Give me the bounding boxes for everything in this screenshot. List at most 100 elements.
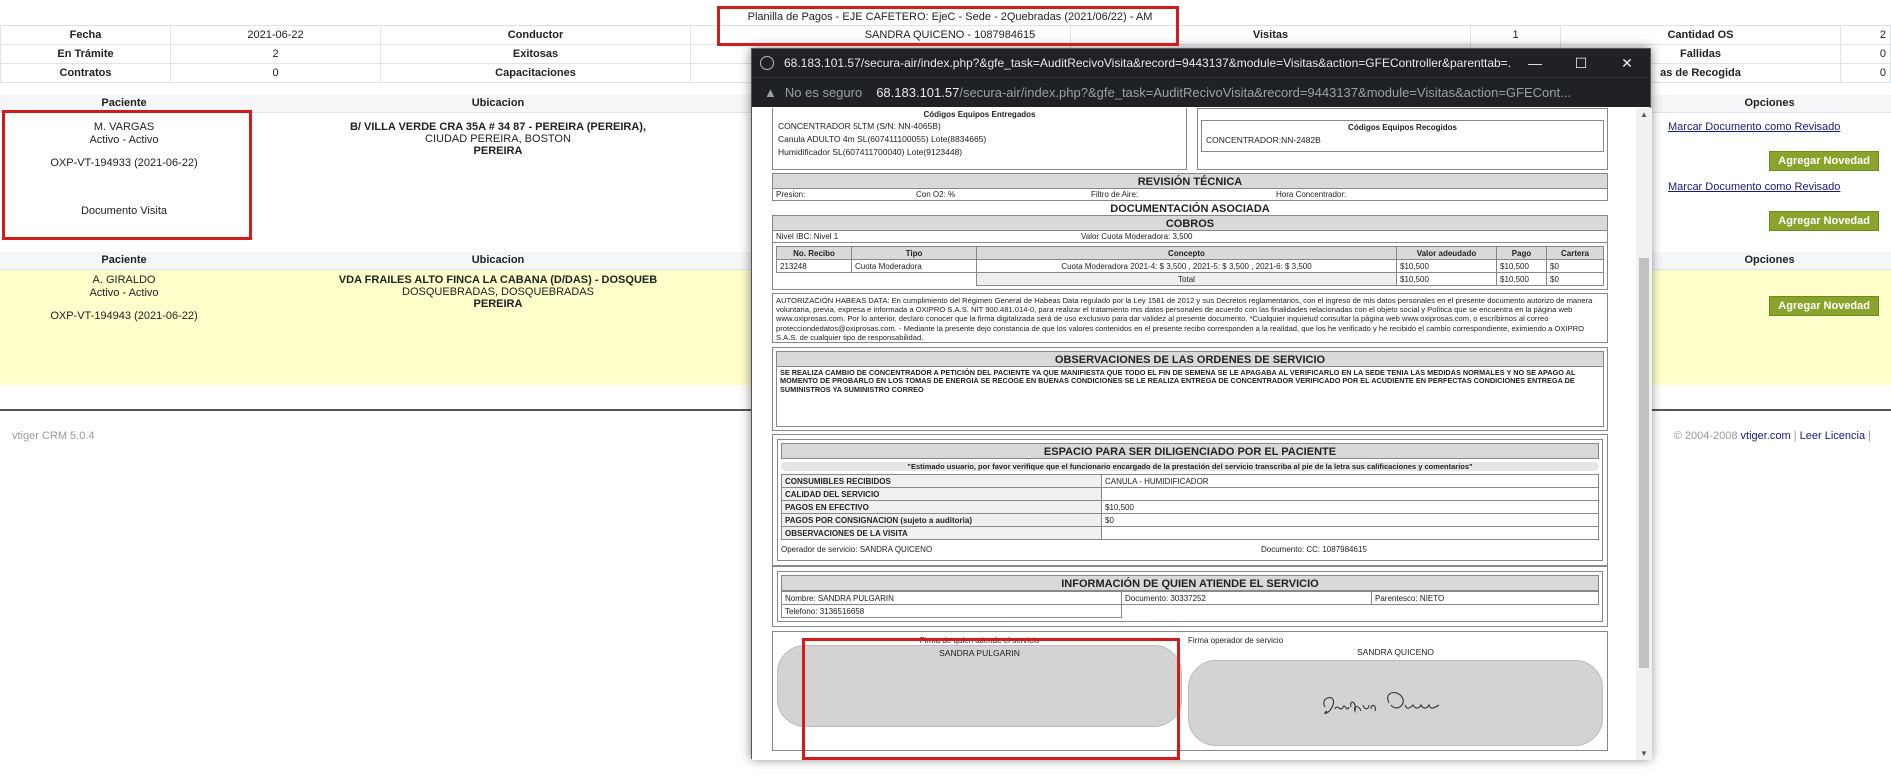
summary-value: 2 [1840, 25, 1891, 45]
popup-scrollbar[interactable]: ▲ ▼ [1636, 108, 1652, 760]
equip-delivered-title: Códigos Equipos Entregados [923, 110, 1036, 119]
operador-text: Operador de servicio: SANDRA QUICENO [781, 545, 933, 554]
espacio-key: CONSUMIBLES RECIBIDOS [781, 474, 1102, 488]
mark-reviewed-link[interactable]: Marcar Documento como Revisado [1668, 181, 1840, 193]
espacio-key: OBSERVACIONES DE LA VISITA [781, 526, 1102, 540]
add-novedad-button[interactable]: Agregar Novedad [1769, 210, 1879, 231]
espacio-note: "Estimado usuario, por favor verifique q… [781, 462, 1599, 471]
vtiger-link[interactable]: vtiger.com [1741, 430, 1791, 442]
options-cell: Marcar Documento como Revisado Agregar N… [1648, 112, 1891, 252]
options-cell: Agregar Novedad [1648, 269, 1891, 385]
cobros-table: No. Recibo Tipo Concepto Valor adeudado … [776, 246, 1604, 286]
firma-operator-name: SANDRA QUICENO [1357, 647, 1434, 657]
footer-version: vtiger CRM 5.0.4 [12, 430, 95, 442]
espacio-key: CALIDAD DEL SERVICIO [781, 487, 1102, 501]
espacio-value: $0 [1101, 513, 1599, 527]
signature-operator-box [1188, 660, 1603, 746]
observaciones-text: SE REALIZA CAMBIO DE CONCENTRADOR A PETI… [776, 367, 1604, 427]
espacio-paciente-section: ESPACIO PARA SER DILIGENCIADO POR EL PAC… [772, 434, 1608, 566]
info-nombre: Nombre: SANDRA PULGARIN [781, 591, 1122, 605]
info-inner: INFORMACIÓN DE QUIEN ATIENDE EL SERVICIO… [777, 571, 1603, 622]
table-row: CALIDAD DEL SERVICIO [781, 487, 1599, 501]
revision-tecnica-header: REVISIÓN TÉCNICA [772, 173, 1608, 189]
address-line: B/ VILLA VERDE CRA 35A # 34 87 - PEREIRA… [349, 120, 647, 133]
warning-icon[interactable]: ▲ [764, 85, 777, 100]
scroll-up-icon[interactable]: ▲ [1640, 110, 1648, 119]
cobros-col: Cartera [1546, 246, 1604, 260]
url-path[interactable]: /secura-air/index.php?&gfe_task=AuditRec… [959, 85, 1571, 100]
summary-label: Exitosas [380, 44, 691, 64]
espacio-key: PAGOS POR CONSIGNACION (sujeto a auditor… [781, 513, 1102, 527]
scroll-thumb[interactable] [1639, 258, 1649, 668]
handwritten-signature [1323, 692, 1440, 715]
url-host[interactable]: 68.183.101.57 [876, 85, 959, 100]
documento-text: Documento: CC: 1087984615 [1261, 545, 1367, 554]
address-line: VDA FRAILES ALTO FINCA LA CABANA (D/DAS)… [338, 273, 658, 286]
summary-value: 1 [1470, 25, 1561, 45]
signature-operator: Firma operador de servicio SANDRA QUICEN… [1188, 636, 1603, 746]
con-o2-label: Con O2: % [916, 190, 956, 199]
equipment-picked-inner: Códigos Equipos Recogidos CONCENTRADOR:N… [1201, 120, 1604, 152]
footer-separator: | [1868, 430, 1871, 442]
summary-value: 0 [1840, 63, 1891, 83]
insecure-label[interactable]: No es seguro [785, 85, 862, 100]
summary-label: Fecha [0, 25, 171, 45]
address-bar[interactable]: ▲ No es seguro 68.183.101.57 /secura-air… [752, 77, 1650, 107]
add-novedad-button[interactable]: Agregar Novedad [1769, 150, 1879, 171]
summary-label: Conductor [380, 25, 691, 45]
cell: $10,500 [1396, 272, 1497, 286]
table-row: OBSERVACIONES DE LA VISITA [781, 526, 1599, 540]
cell: 213248 [776, 259, 852, 273]
cobros-col: Tipo [851, 246, 977, 260]
nivel-ibc: Nivel IBC: Nivel 1 [776, 232, 839, 241]
table-row: Nombre: SANDRA PULGARIN Documento: 30337… [781, 591, 1599, 605]
address-line: PEREIRA [473, 297, 523, 310]
table-row: PAGOS EN EFECTIVO $10,500 [781, 500, 1599, 514]
col-ubicacion: Ubicacion [248, 252, 748, 270]
patient-name[interactable]: A. GIRALDO [0, 274, 248, 287]
table-row: PAGOS POR CONSIGNACION (sujeto a auditor… [781, 513, 1599, 527]
col-opciones: Opciones [1648, 95, 1891, 113]
info-table: Nombre: SANDRA PULGARIN Documento: 30337… [781, 591, 1599, 618]
cell: Cuota Moderadora [851, 259, 977, 273]
observaciones-section: OBSERVACIONES DE LAS ORDENES DE SERVICIO… [772, 347, 1608, 431]
add-novedad-button[interactable]: Agregar Novedad [1769, 295, 1879, 316]
cell: $0 [1546, 272, 1604, 286]
filtro-label: Filtro de Aire: [1091, 190, 1139, 199]
cell: $0 [1546, 259, 1604, 273]
cell: Cuota Moderadora 2021-4: $ 3,500 , 2021-… [976, 259, 1397, 273]
patient-cell: A. GIRALDO Activo - Activo OXP-VT-194943… [0, 269, 248, 385]
cobros-header: COBROS [772, 215, 1608, 231]
copyright-text: © 2004-2008 [1673, 430, 1738, 442]
close-icon[interactable]: ✕ [1604, 55, 1650, 72]
total-row: Total $10,500 $10,500 $0 [777, 272, 1604, 286]
cell: $10,500 [1496, 259, 1547, 273]
summary-value: 2 [170, 44, 381, 64]
address-line: DOSQUEBRADAS, DOSQUEBRADAS [402, 285, 594, 298]
license-link[interactable]: Leer Licencia [1800, 430, 1865, 442]
espacio-inner: ESPACIO PARA SER DILIGENCIADO POR EL PAC… [777, 439, 1603, 561]
footer-separator: | [1793, 430, 1797, 442]
col-ubicacion: Ubicacion [248, 95, 748, 113]
hora-label: Hora Concentrador: [1276, 190, 1347, 199]
scroll-down-icon[interactable]: ▼ [1640, 749, 1648, 758]
minimize-icon[interactable]: — [1512, 55, 1558, 71]
cobros-col: Concepto [976, 246, 1397, 260]
equip-picked-title: Códigos Equipos Recogidos [1348, 123, 1457, 132]
espacio-value [1101, 487, 1599, 501]
mark-reviewed-link[interactable]: Marcar Documento como Revisado [1668, 121, 1840, 133]
info-documento: Documento: 30337252 [1121, 591, 1372, 605]
info-section: INFORMACIÓN DE QUIEN ATIENDE EL SERVICIO… [772, 566, 1608, 627]
cobros-col: Valor adeudado [1396, 246, 1497, 260]
table-row: Telefono: 3136516658 [781, 604, 1599, 618]
observaciones-header: OBSERVACIONES DE LAS ORDENES DE SERVICIO [776, 351, 1604, 367]
address-line: PEREIRA [473, 144, 523, 157]
equipment-section: Códigos Equipos Entregados CONCENTRADOR … [772, 108, 1608, 170]
habeas-data-text: AUTORIZACIÓN HABEAS DATA: En cumplimient… [772, 293, 1608, 343]
firma-operator-title: Firma operador de servicio [1188, 636, 1284, 645]
equipment-delivered-box: Códigos Equipos Entregados CONCENTRADOR … [772, 108, 1187, 170]
doc-asociada-header: DOCUMENTACIÓN ASOCIADA [1110, 203, 1270, 215]
maximize-icon[interactable]: ☐ [1558, 55, 1604, 72]
highlight-patient [2, 110, 252, 240]
globe-icon [760, 56, 774, 70]
